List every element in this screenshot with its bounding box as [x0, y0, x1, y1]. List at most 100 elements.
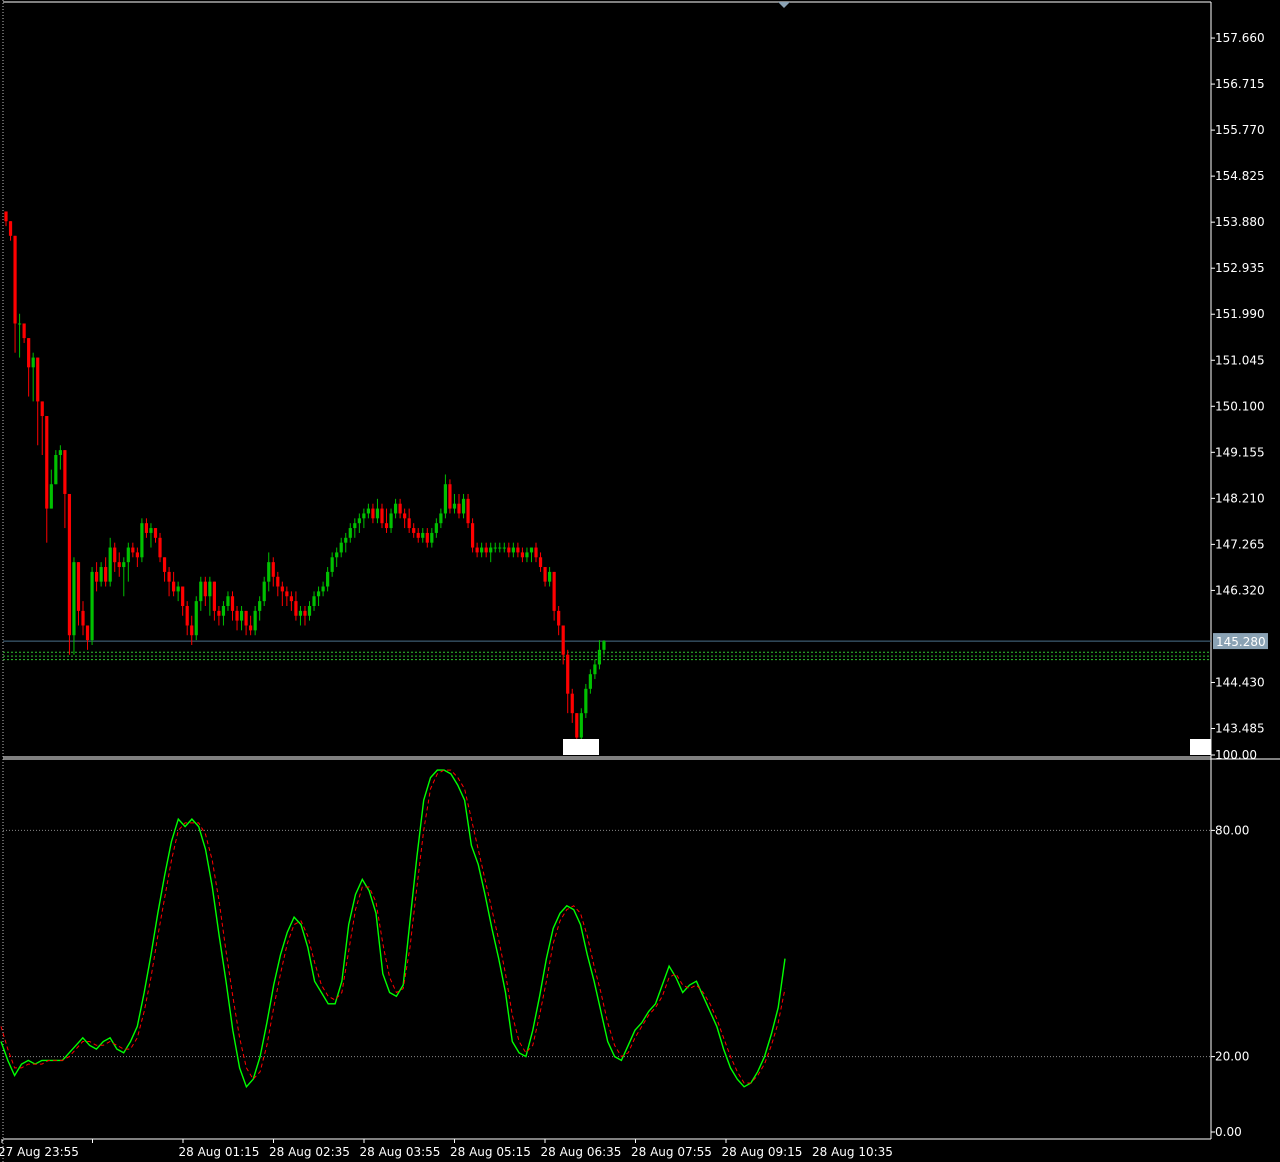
candle[interactable] [58, 445, 62, 470]
candle[interactable] [412, 523, 416, 538]
candle[interactable] [36, 357, 40, 446]
candle[interactable] [149, 523, 153, 548]
candle[interactable] [276, 571, 280, 597]
candle[interactable] [230, 591, 235, 621]
candle[interactable] [326, 567, 330, 592]
candle[interactable] [104, 557, 108, 587]
candle[interactable] [208, 576, 212, 616]
candle[interactable] [493, 542, 497, 553]
candle[interactable] [226, 591, 230, 611]
candle[interactable] [249, 615, 253, 636]
candle[interactable] [452, 493, 457, 514]
candle[interactable] [384, 508, 389, 533]
candle[interactable] [484, 542, 488, 558]
candle[interactable] [72, 557, 76, 655]
candle[interactable] [538, 552, 543, 572]
candle[interactable] [113, 542, 117, 572]
candle[interactable] [289, 591, 293, 611]
candle[interactable] [511, 542, 515, 558]
candle[interactable] [253, 606, 257, 636]
candle[interactable] [54, 450, 58, 485]
candle[interactable] [303, 606, 307, 626]
candle[interactable] [199, 576, 203, 611]
candle[interactable] [131, 542, 135, 558]
candle[interactable] [421, 528, 425, 543]
candle[interactable] [185, 601, 189, 636]
candle[interactable] [498, 542, 502, 553]
candle[interactable] [584, 683, 588, 719]
candle[interactable] [434, 518, 438, 538]
candle[interactable] [529, 547, 534, 563]
candle[interactable] [285, 586, 289, 606]
candle[interactable] [8, 221, 13, 241]
candle[interactable] [561, 625, 565, 665]
candle[interactable] [63, 450, 67, 529]
candle[interactable] [17, 313, 22, 358]
candle[interactable] [475, 542, 479, 558]
candle[interactable] [570, 688, 574, 723]
candle[interactable] [316, 586, 321, 606]
candle[interactable] [294, 591, 298, 621]
candle[interactable] [339, 537, 343, 558]
candle[interactable] [262, 576, 266, 606]
candle[interactable] [203, 576, 207, 606]
candle[interactable] [430, 528, 434, 548]
candle[interactable] [258, 596, 262, 621]
candle[interactable] [108, 537, 112, 587]
candle[interactable] [552, 571, 556, 621]
candle[interactable] [267, 552, 271, 592]
candle[interactable] [194, 596, 198, 641]
candle[interactable] [162, 557, 167, 582]
candle[interactable] [4, 211, 8, 227]
oscillator-pane[interactable]: 100.00 80.00 20.00 0.00 [0, 748, 1257, 1140]
candle[interactable] [49, 469, 53, 509]
candle[interactable] [344, 532, 348, 553]
candle[interactable] [407, 508, 411, 533]
candle[interactable] [353, 518, 357, 538]
candle[interactable] [461, 493, 466, 519]
candle[interactable] [489, 542, 493, 563]
candle[interactable] [117, 552, 121, 577]
candle[interactable] [90, 567, 94, 645]
candle[interactable] [217, 606, 221, 626]
candle[interactable] [597, 640, 602, 670]
candle[interactable] [67, 493, 72, 655]
candle[interactable] [566, 649, 570, 714]
candle[interactable] [244, 610, 248, 636]
candle[interactable] [172, 571, 176, 597]
candle[interactable] [81, 601, 85, 636]
candle[interactable] [362, 508, 366, 529]
candle[interactable] [271, 557, 275, 587]
candle[interactable] [416, 528, 420, 543]
candle[interactable] [140, 518, 144, 563]
candle[interactable] [403, 508, 407, 529]
candle[interactable] [548, 567, 552, 587]
candle[interactable] [579, 708, 583, 743]
candle[interactable] [357, 513, 361, 533]
candle[interactable] [557, 606, 561, 636]
candle[interactable] [425, 528, 429, 548]
candle[interactable] [371, 503, 375, 524]
candle[interactable] [45, 416, 49, 543]
candle[interactable] [135, 547, 139, 568]
candle[interactable] [176, 581, 180, 602]
candle[interactable] [280, 581, 284, 606]
candle[interactable] [389, 508, 393, 533]
candle[interactable] [330, 552, 334, 577]
candle[interactable] [27, 338, 31, 397]
candle[interactable] [76, 562, 81, 626]
candle[interactable] [480, 542, 484, 558]
candle[interactable] [321, 581, 325, 597]
candle[interactable] [348, 523, 352, 543]
candle[interactable] [543, 567, 547, 587]
candle[interactable] [99, 562, 103, 587]
candle[interactable] [470, 518, 475, 553]
candle[interactable] [602, 640, 606, 655]
candle[interactable] [144, 518, 149, 538]
candle[interactable] [393, 498, 398, 519]
price-pane[interactable]: 157.660 156.715 155.770 154.825 153.880 152.9… [2, 0, 1280, 1162]
candle[interactable] [85, 625, 90, 650]
candle[interactable] [40, 401, 44, 455]
candle[interactable] [181, 586, 185, 616]
candle[interactable] [167, 567, 171, 597]
